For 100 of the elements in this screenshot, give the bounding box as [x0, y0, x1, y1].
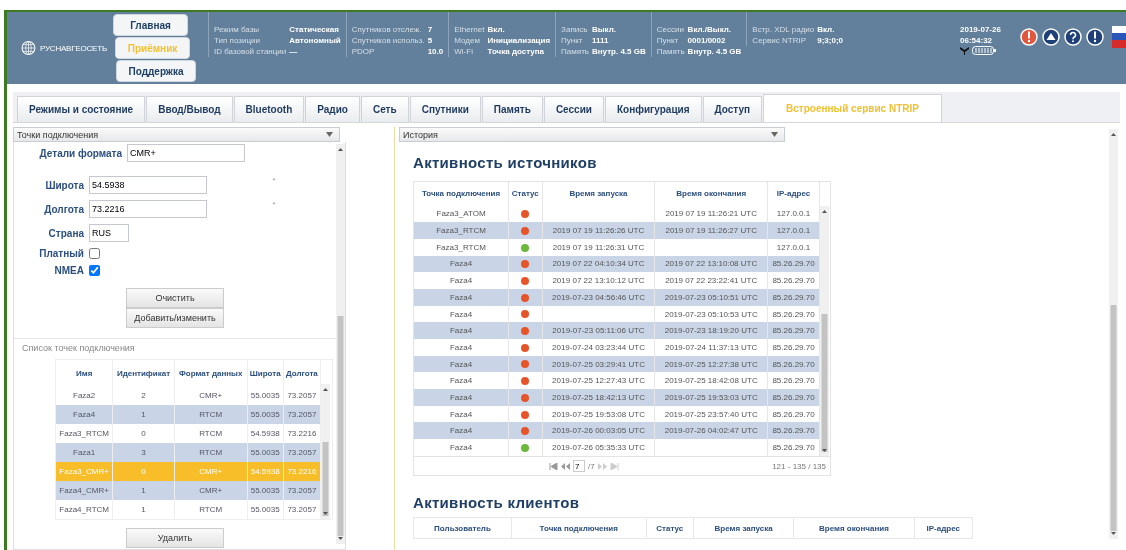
table-row[interactable]: Faza4 1 RTCM 55.0035 73.2057 [56, 405, 321, 425]
alert-icon[interactable] [1020, 28, 1038, 46]
column-header: Время запуска [542, 182, 655, 206]
tab[interactable]: Конфигурация [604, 96, 702, 122]
logo-text: РУСНАВГЕОСЕТЬ [40, 43, 107, 53]
status-label: Спутников использ. [351, 35, 425, 46]
input-field[interactable]: RUS [89, 224, 129, 242]
table-cell: Faza4 [56, 405, 113, 425]
table-row[interactable]: Faza1 3 RTCM 55.0035 73.2057 [56, 443, 321, 463]
table-cell: Faza4 [414, 322, 509, 340]
status-value: 9;3;0;0 [817, 35, 844, 46]
status-value: Инициализация [487, 35, 551, 46]
input-field[interactable]: 73.2216 [89, 200, 207, 218]
input-field[interactable]: 54.5938 [89, 176, 207, 194]
status-label: Тип позиции [214, 35, 261, 46]
tab[interactable]: Сеть [360, 96, 409, 122]
button[interactable]: Очистить [126, 288, 224, 308]
status-value: Точка доступа [487, 46, 546, 57]
table-row[interactable]: Faza4_RTCM 1 RTCM 55.0035 73.2057 [56, 500, 321, 519]
required-mark: * [272, 176, 277, 185]
status-value: Внутр. 4.5 GB [687, 46, 742, 57]
tab[interactable]: Доступ [702, 96, 763, 122]
table-cell: 2019-07-23 18:19:20 UTC [654, 322, 768, 340]
flag-icon[interactable] [1112, 26, 1126, 48]
field-label: Страна [47, 227, 84, 239]
nav-button[interactable]: Поддержка [116, 60, 196, 82]
page-range: 121 - 135 / 135 [772, 461, 827, 471]
table-cell: 1 [112, 405, 175, 425]
column-header: Пользователь [413, 517, 512, 539]
nav-button[interactable]: Главная [113, 14, 188, 36]
status-label: Встр. XDL радио [752, 24, 815, 35]
table-cell: 127.0.0.1 [767, 222, 820, 239]
table-cell: 2019 07 22 13:10:12 UTC [542, 272, 655, 289]
status-value: Выкл. [592, 24, 617, 35]
table-cell: RTCM [174, 500, 248, 519]
table-cell: 55.0035 [247, 405, 284, 425]
table-cell: 2019-07-23 04:56:46 UTC [542, 289, 655, 306]
status-label: Память [656, 46, 685, 57]
column-header: Время запуска [693, 517, 794, 539]
tab[interactable]: Спутники [409, 96, 481, 122]
table-cell: 85.26.29.70 [767, 389, 820, 406]
table-cell: Faza4 [414, 339, 509, 356]
status-value: Автономный [289, 35, 341, 46]
tab[interactable]: Ввод/Вывод [146, 96, 233, 122]
table-cell: 85.26.29.70 [767, 422, 820, 440]
table-cell: Faza4_RTCM [56, 500, 113, 519]
status-label: Сервис NTRIP [752, 35, 807, 46]
tab[interactable]: Радио [305, 96, 360, 122]
checkbox[interactable] [89, 265, 100, 276]
tab[interactable]: Режимы и состояние [17, 96, 146, 122]
table-cell: 2019 07 19 11:26:31 UTC [542, 238, 655, 256]
table-cell: 85.26.29.70 [767, 339, 820, 356]
required-mark: * [272, 200, 277, 209]
table-cell: 2019 07 22 23:22:41 UTC [654, 272, 768, 289]
table-cell: 73.2057 [283, 481, 321, 500]
table-row[interactable]: Faza4_CMR+ 1 CMR+ 55.0035 73.2057 [56, 481, 321, 500]
previous-page-icon[interactable] [561, 462, 570, 470]
tab[interactable]: Память [481, 96, 543, 122]
column-header: Имя [56, 360, 113, 387]
column-header: Точка подключения [414, 182, 509, 206]
status-label: Спутников отслеж. [351, 24, 423, 35]
field-label: Долгота [43, 203, 84, 215]
first-page-icon[interactable] [549, 462, 558, 470]
status-label: Пункт [561, 35, 584, 46]
input-field[interactable]: CMR+ [127, 144, 245, 162]
table-cell: 2019-07-25 19:53:03 UTC [654, 389, 768, 406]
checkbox[interactable] [89, 248, 100, 259]
table-cell: Faza4 [414, 389, 509, 406]
status-value: 0001/0002 [687, 35, 727, 46]
button[interactable]: Добавить/изменить [126, 308, 224, 328]
table-cell: 85.26.29.70 [767, 255, 820, 273]
table-cell: Faza4 [414, 355, 509, 373]
page-field[interactable]: 7 [573, 460, 585, 472]
table-cell: 2019-07-26 00:03:05 UTC [542, 422, 655, 440]
dropdown[interactable]: Точки подключения [13, 127, 340, 142]
info-icon[interactable] [1086, 28, 1104, 46]
field-label: NMEA [53, 265, 84, 276]
dropdown[interactable]: История [399, 127, 785, 142]
status-label: Запись [561, 24, 589, 35]
table-cell: 55.0035 [247, 500, 284, 519]
section-title: Активность источников [413, 154, 598, 171]
section-caption: Список точек подключения [21, 342, 136, 353]
section-title: Активность клиентов [413, 494, 581, 511]
status-value: Внутр. 4.5 GB [592, 46, 646, 57]
table-cell: 73.2057 [283, 500, 321, 519]
table-cell: 85.26.29.70 [767, 439, 820, 456]
delete-button[interactable]: Удалить [126, 528, 224, 548]
table-cell: 2019 07 19 11:26:26 UTC [542, 222, 655, 239]
status-label: Пункт [656, 35, 680, 46]
column-header: Точка подключения [511, 517, 647, 539]
table-cell: 2019 07 19 11:26:27 UTC [654, 222, 768, 239]
caret-icon [771, 132, 778, 137]
tab[interactable]: Bluetooth [233, 96, 305, 122]
help-icon[interactable] [1064, 28, 1082, 46]
field-label: Детали формата [38, 147, 122, 159]
tab[interactable]: Сессии [543, 96, 604, 122]
table-cell: 2019-07-23 05:10:51 UTC [654, 289, 768, 306]
status-label: Память [561, 46, 589, 57]
status-label: Сессии [656, 24, 685, 35]
table-cell: 1 [112, 481, 175, 500]
